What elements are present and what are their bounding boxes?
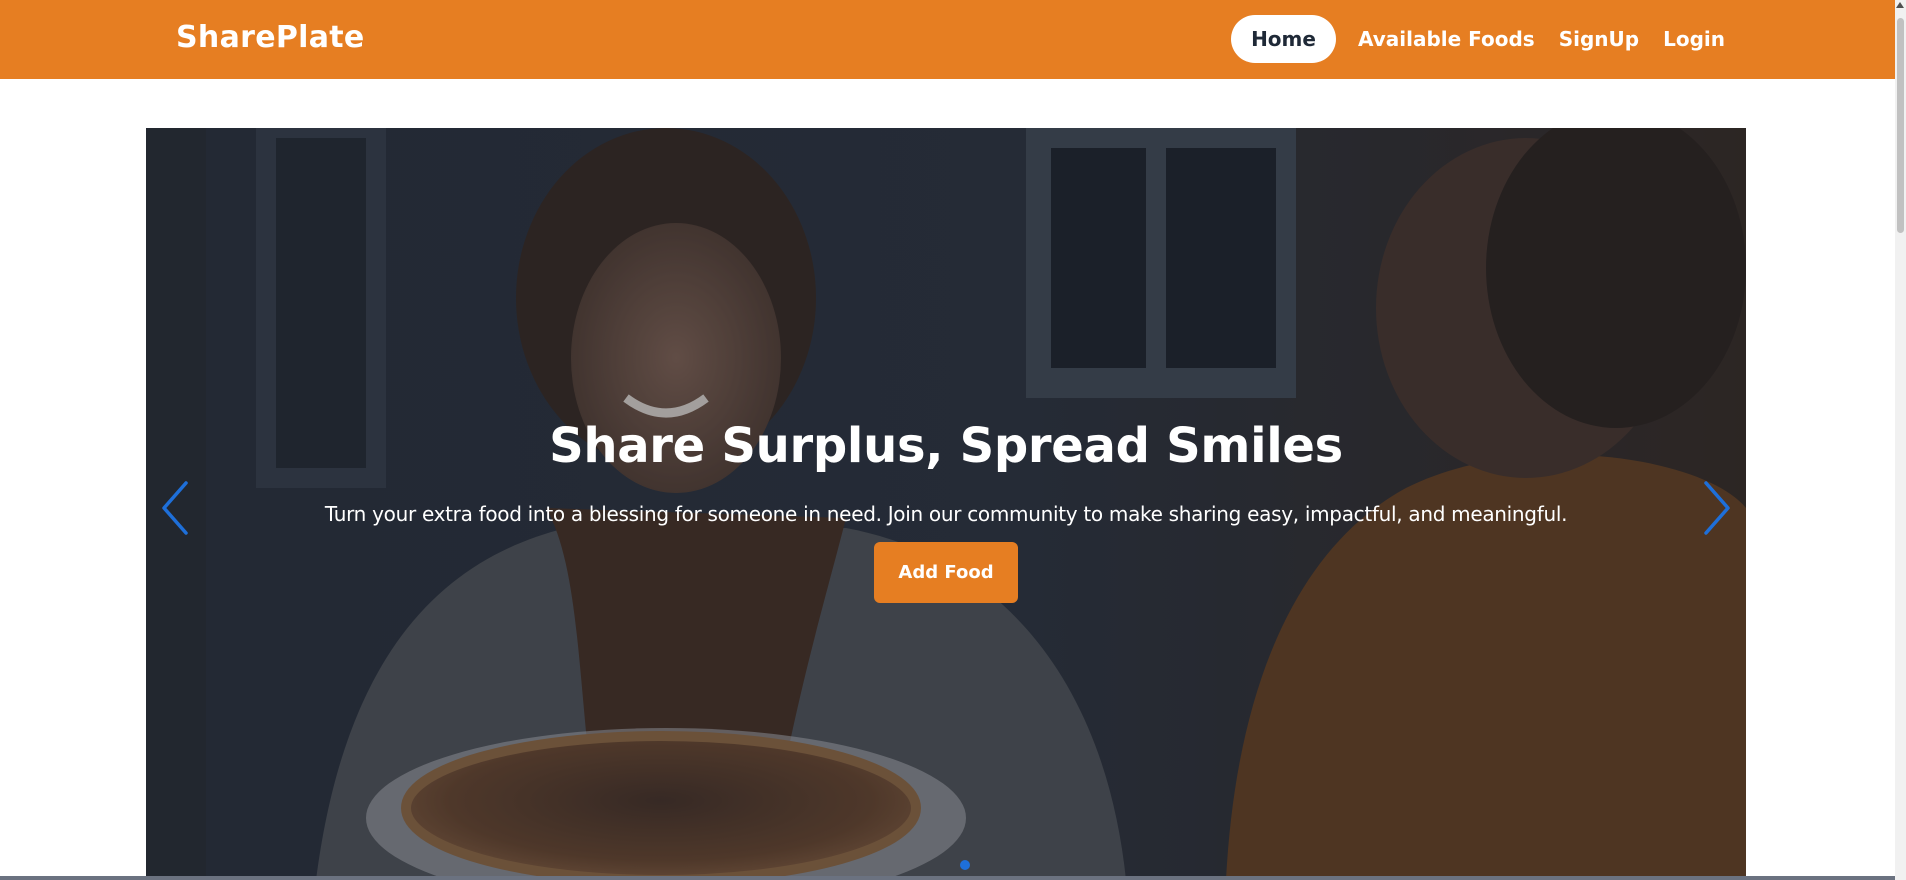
chevron-right-icon — [1704, 481, 1730, 535]
chevron-left-icon — [162, 481, 188, 535]
hero-carousel: Share Surplus, Spread Smiles Turn your e… — [146, 128, 1746, 880]
carousel-next-button[interactable] — [1696, 478, 1736, 538]
scrollbar-thumb[interactable] — [1897, 18, 1904, 233]
nav-item-home[interactable]: Home — [1231, 15, 1336, 63]
scroll-up-icon[interactable] — [1896, 2, 1904, 8]
add-food-button[interactable]: Add Food — [874, 542, 1018, 603]
page-scrollbar[interactable] — [1895, 0, 1906, 880]
brand-logo[interactable]: SharePlate — [176, 20, 365, 55]
carousel-prev-button[interactable] — [156, 478, 196, 538]
nav-links: Home Available Foods SignUp Login — [1231, 15, 1735, 63]
carousel-indicator-dot[interactable] — [960, 860, 970, 870]
nav-item-available-foods[interactable]: Available Foods — [1348, 15, 1545, 63]
nav-item-signup[interactable]: SignUp — [1549, 15, 1649, 63]
bottom-divider — [0, 876, 1895, 880]
hero-title: Share Surplus, Spread Smiles — [549, 418, 1343, 474]
top-navbar: SharePlate Home Available Foods SignUp L… — [0, 0, 1895, 79]
nav-item-login[interactable]: Login — [1653, 15, 1735, 63]
hero-subtitle: Turn your extra food into a blessing for… — [324, 502, 1568, 526]
hero-caption: Share Surplus, Spread Smiles Turn your e… — [146, 418, 1746, 603]
